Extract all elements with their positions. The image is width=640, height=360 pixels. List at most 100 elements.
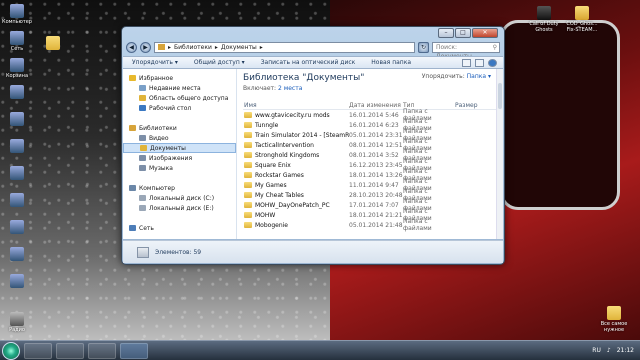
documents-icon	[137, 246, 149, 258]
address-segment[interactable]: Библиотеки	[174, 44, 212, 51]
recycle-bin-icon[interactable]: Корзина	[0, 58, 34, 79]
app-icon[interactable]: Радио	[0, 312, 34, 333]
desktop-icon-3[interactable]	[0, 139, 34, 154]
search-input[interactable]: Поиск: Документы ⚲	[432, 41, 500, 60]
column-size[interactable]: Размер	[455, 102, 485, 109]
arrange-by-dropdown[interactable]: Папка ▾	[467, 73, 491, 80]
column-name[interactable]: Имя	[243, 102, 349, 109]
clock[interactable]: 21:12	[617, 347, 634, 354]
nav-item[interactable]: Изображения	[123, 153, 236, 163]
library-includes: Включает: 2 места	[243, 85, 303, 92]
view-options-icon[interactable]	[462, 58, 471, 67]
minimize-button[interactable]: –	[438, 28, 454, 38]
file-name: My Cheat Tables	[255, 191, 304, 199]
volume-icon[interactable]: ♪	[607, 347, 611, 354]
nav-item[interactable]: Музыка	[123, 163, 236, 173]
nav-item[interactable]: Компьютер	[123, 183, 236, 193]
file-date: 08.01.2014 12:51	[349, 141, 403, 149]
burn-button[interactable]: Записать на оптический диск	[261, 59, 356, 66]
desktop-icon-1[interactable]	[0, 85, 34, 100]
address-segment[interactable]: Документы	[221, 44, 257, 51]
help-icon[interactable]	[488, 58, 497, 67]
file-name: Tunngle	[255, 121, 279, 129]
address-bar[interactable]: ▸ Библиотеки ▸ Документы ▸	[154, 41, 415, 53]
file-row[interactable]: Mobogenie 05.01.2014 21:48 Папка с файлами	[243, 218, 503, 232]
forward-button[interactable]: ▶	[140, 41, 151, 53]
game-shortcut-icon[interactable]: Call of Duty Ghosts	[524, 6, 564, 33]
file-row[interactable]: Train Simulator 2014 - [SteamRip] 05.01.2…	[243, 128, 503, 142]
folder-icon	[244, 152, 252, 158]
nav-item[interactable]: Документы	[123, 143, 236, 153]
nav-item[interactable]: Избранное	[123, 73, 236, 83]
close-button[interactable]: ✕	[472, 28, 498, 38]
back-button[interactable]: ◀	[126, 41, 137, 53]
file-row[interactable]: My Games 11.01.2014 9:47 Папка с файлами	[243, 178, 503, 192]
library-locations-link[interactable]: 2 места	[278, 85, 302, 92]
desktop-icon-5[interactable]	[0, 193, 34, 208]
file-row[interactable]: Tunngle 16.01.2014 6:23 Папка с файлами	[243, 118, 503, 132]
file-row[interactable]: Rockstar Games 18.01.2014 13:26 Папка с фа…	[243, 168, 503, 182]
file-row[interactable]: Stronghold Kingdoms 08.01.2014 3:52 Папка …	[243, 148, 503, 162]
explorer-window[interactable]: – □ ✕ ◀ ▶ ▸ Библиотеки ▸ Документы ▸ ↻ П…	[121, 26, 505, 265]
desktop-icon-4[interactable]	[0, 166, 34, 181]
folder-icon[interactable]	[36, 36, 70, 51]
recent-icon	[139, 85, 146, 91]
network-icon[interactable]: Сеть	[0, 31, 34, 52]
search-icon: ⚲	[492, 43, 497, 51]
file-name: Rockstar Games	[255, 171, 304, 179]
share-icon	[139, 95, 146, 101]
taskbar-app-button[interactable]	[24, 342, 52, 359]
nav-item[interactable]: Рабочий стол	[123, 103, 236, 113]
maximize-button[interactable]: □	[455, 28, 471, 38]
folder-icon	[244, 192, 252, 198]
file-date: 08.01.2014 3:52	[349, 151, 399, 159]
nav-item[interactable]: Недавние места	[123, 83, 236, 93]
star-icon	[129, 75, 136, 81]
computer-icon[interactable]: Компьютер	[0, 4, 34, 25]
desktop-icon-8[interactable]	[0, 274, 34, 289]
nav-item[interactable]: Локальный диск (C:)	[123, 193, 236, 203]
organize-button[interactable]: Упорядочить ▾	[132, 59, 178, 66]
refresh-button[interactable]: ↻	[418, 41, 429, 53]
file-row[interactable]: My Cheat Tables 28.10.2013 20:48 Папка с ф…	[243, 188, 503, 202]
folder-icon[interactable]: Все самое нужное	[594, 306, 634, 333]
folder-icon	[244, 162, 252, 168]
file-row[interactable]: www.gtavicecity.ru mods 16.01.2014 5:46 Па…	[243, 108, 503, 122]
file-name: Mobogenie	[255, 221, 288, 229]
documents-icon	[140, 145, 147, 151]
search-placeholder: Поиск: Документы	[436, 43, 472, 60]
file-row[interactable]: TacticalIntervention 08.01.2014 12:51 Папк…	[243, 138, 503, 152]
taskbar-app-button[interactable]	[120, 342, 148, 359]
file-row[interactable]: MOHW_DayOnePatch_PC 17.01.2014 7:07 Папка …	[243, 198, 503, 212]
file-date: 18.01.2014 21:21	[349, 211, 403, 219]
new-folder-button[interactable]: Новая папка	[371, 59, 411, 66]
file-icon[interactable]: COD_Ghos... Fix-STEAM...	[562, 6, 602, 33]
file-row[interactable]: MOHW 18.01.2014 21:21 Папка с файлами	[243, 208, 503, 222]
desktop-icon-7[interactable]	[0, 247, 34, 262]
vertical-scrollbar[interactable]	[496, 69, 503, 239]
library-icon	[158, 44, 165, 50]
desktop-icon-2[interactable]	[0, 112, 34, 127]
taskbar-app-button[interactable]	[56, 342, 84, 359]
language-indicator[interactable]: RU	[592, 347, 601, 354]
navigation-bar: ◀ ▶ ▸ Библиотеки ▸ Документы ▸ ↻ Поиск: …	[126, 40, 500, 60]
file-date: 16.01.2014 6:23	[349, 121, 399, 129]
address-separator-icon: ▸	[259, 43, 263, 51]
nav-item[interactable]: Локальный диск (E:)	[123, 203, 236, 213]
nav-item[interactable]: Библиотеки	[123, 123, 236, 133]
library-icon	[129, 125, 136, 131]
share-button[interactable]: Общий доступ ▾	[194, 59, 245, 66]
file-row[interactable]: Square Enix 16.12.2013 23:45 Папка с файла…	[243, 158, 503, 172]
start-button[interactable]	[2, 341, 20, 360]
folder-icon	[244, 122, 252, 128]
nav-item[interactable]: Область общего доступа	[123, 93, 236, 103]
nav-item[interactable]: Видео	[123, 133, 236, 143]
desktop-icon	[139, 105, 146, 111]
desktop-icon-6[interactable]	[0, 220, 34, 235]
nav-item[interactable]: Сеть	[123, 223, 236, 233]
taskbar-app-button[interactable]	[88, 342, 116, 359]
column-date[interactable]: Дата изменения	[349, 102, 403, 109]
preview-pane-icon[interactable]	[475, 58, 484, 67]
library-title: Библиотека "Документы"	[243, 73, 365, 83]
